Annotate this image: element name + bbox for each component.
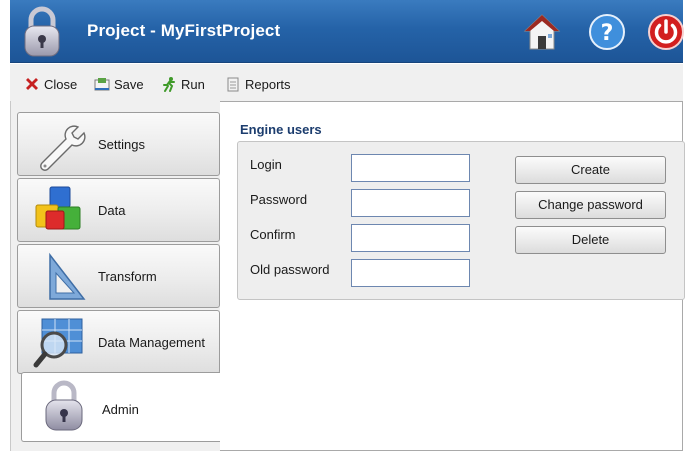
run-label: Run: [181, 76, 205, 92]
password-input[interactable]: [351, 189, 470, 217]
window-title: Project - MyFirstProject: [87, 21, 281, 40]
sidebar-item-label: Admin: [102, 402, 139, 417]
svg-text:?: ?: [601, 21, 614, 46]
login-input[interactable]: [351, 154, 470, 182]
delete-button[interactable]: Delete: [515, 226, 666, 254]
wrench-icon: [40, 125, 86, 171]
home-icon[interactable]: [522, 12, 562, 52]
help-icon[interactable]: ?: [587, 12, 627, 52]
sidebar-item-data[interactable]: Data: [17, 178, 220, 242]
sidebar-item-label: Data Management: [98, 335, 205, 350]
padlock-icon: [24, 6, 60, 57]
padlock-icon: [45, 380, 83, 431]
close-button[interactable]: Close: [24, 75, 77, 93]
save-icon: [94, 78, 110, 91]
sidebar-item-transform[interactable]: Transform: [17, 244, 220, 308]
sidebar-item-label: Settings: [98, 137, 145, 152]
run-icon: [163, 77, 175, 92]
magnifier-grid-icon: [33, 318, 83, 368]
toolbar: Close Save Run Reports: [10, 64, 683, 101]
sidebar-item-label: Data: [98, 203, 126, 218]
save-label: Save: [114, 76, 144, 92]
cubes-icon: [35, 186, 81, 230]
reports-label: Reports: [245, 76, 291, 92]
reports-button[interactable]: Reports: [225, 75, 291, 93]
run-button[interactable]: Run: [161, 75, 205, 93]
set-square-icon: [49, 252, 86, 300]
create-button[interactable]: Create: [515, 156, 666, 184]
sidebar-item-data-management[interactable]: Data Management: [17, 310, 220, 374]
close-label: Close: [44, 76, 78, 92]
change-password-button[interactable]: Change password: [515, 191, 666, 219]
power-icon[interactable]: [646, 12, 686, 52]
old-password-label: Old password: [250, 262, 330, 277]
sidebar-item-settings[interactable]: Settings: [17, 112, 220, 176]
reports-icon: [227, 77, 239, 92]
save-button[interactable]: Save: [94, 75, 144, 93]
confirm-label: Confirm: [250, 227, 296, 242]
sidebar-item-label: Transform: [98, 269, 157, 284]
login-label: Login: [250, 157, 282, 172]
close-icon: [26, 78, 38, 90]
old-password-input[interactable]: [351, 259, 470, 287]
confirm-password-input[interactable]: [351, 224, 470, 252]
password-label: Password: [250, 192, 308, 207]
section-title: Engine users: [240, 122, 322, 137]
title-bar: Project - MyFirstProject ?: [10, 0, 686, 63]
sidebar-item-admin[interactable]: Admin: [21, 372, 221, 442]
